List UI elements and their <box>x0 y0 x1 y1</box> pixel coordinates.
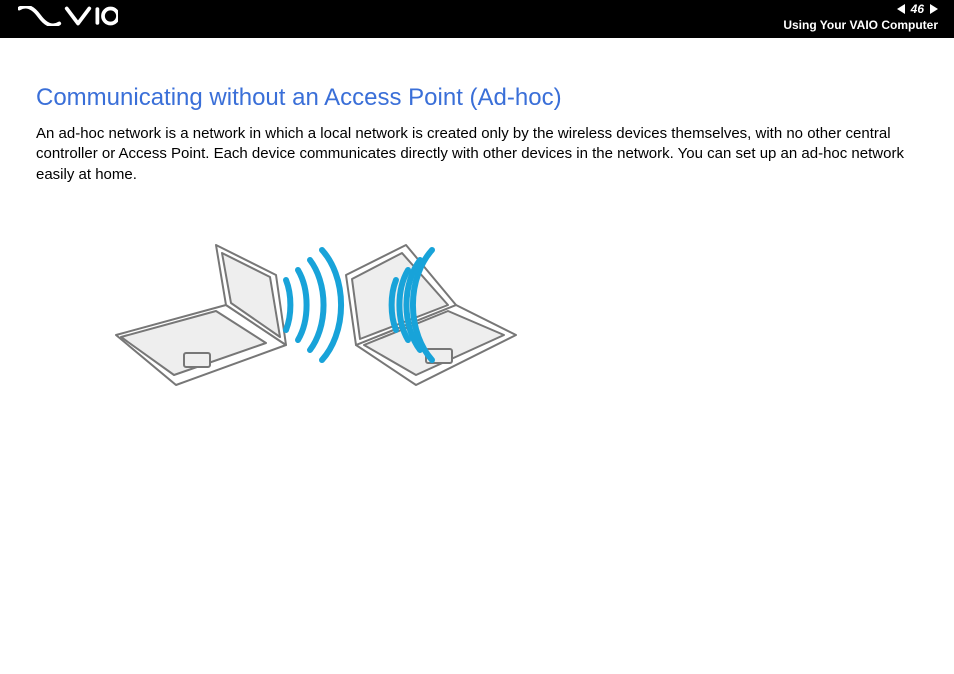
vaio-logo <box>18 0 118 32</box>
page-content: Communicating without an Access Point (A… <box>0 38 954 415</box>
prev-page-arrow-icon[interactable] <box>897 4 905 14</box>
content-heading: Communicating without an Access Point (A… <box>36 84 918 112</box>
next-page-arrow-icon[interactable] <box>930 4 938 14</box>
header-meta: 46 Using Your VAIO Computer <box>783 2 938 32</box>
section-title: Using Your VAIO Computer <box>783 18 938 32</box>
content-paragraph: An ad-hoc network is a network in which … <box>36 124 918 185</box>
page-navigator: 46 <box>897 2 938 16</box>
adhoc-diagram <box>96 215 526 415</box>
laptop-right-icon <box>346 245 516 385</box>
page-header: 46 Using Your VAIO Computer <box>0 0 954 38</box>
page-number: 46 <box>911 2 924 16</box>
wireless-waves-left-icon <box>286 250 341 360</box>
laptop-left-icon <box>116 245 286 385</box>
